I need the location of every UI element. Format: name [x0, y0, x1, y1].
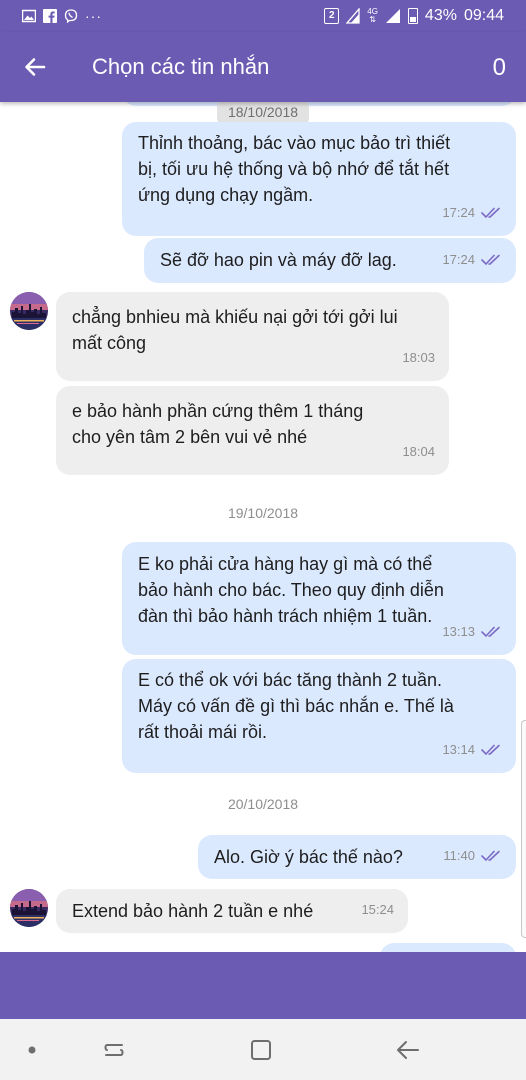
recents-button[interactable] — [100, 1037, 128, 1063]
message-text: Sẽ đỡ hao pin và máy đỡ lag. — [160, 250, 397, 270]
notification-icons: ··· — [22, 6, 102, 26]
back-button[interactable] — [16, 48, 54, 86]
message-bubble-outgoing[interactable]: Sẽ đỡ hao pin và máy đỡ lag. 17:24 — [144, 238, 516, 283]
read-ticks-icon — [481, 626, 500, 637]
system-status: 2 4G ⇅ 43% 09:44 — [324, 4, 504, 28]
back-icon — [397, 1041, 419, 1059]
message-text: chẳng bnhieu mà khiếu nại gởi tới gởi lu… — [72, 307, 398, 353]
top-app-bar: Chọn các tin nhắn 0 — [0, 32, 526, 102]
message-bubble-outgoing[interactable]: Thỉnh thoảng, bác vào mục bảo trì thiết … — [122, 122, 516, 236]
message-time: 18:03 — [402, 350, 435, 365]
message-time: 18:04 — [402, 444, 435, 459]
nav-back-button[interactable] — [394, 1037, 422, 1063]
more-notifications-icon: ··· — [85, 8, 102, 24]
message-bubble-partial[interactable] — [380, 943, 516, 952]
message-meta: 18:03 — [402, 345, 435, 371]
signal-icon — [346, 8, 360, 24]
message-meta: 11:40 — [443, 843, 502, 869]
battery-percent: 43% — [424, 7, 457, 24]
read-ticks-icon — [481, 207, 500, 218]
read-ticks-icon — [481, 744, 500, 755]
city-skyline-avatar — [10, 889, 48, 927]
home-button[interactable] — [247, 1037, 275, 1063]
data-arrows-icon: ⇅ — [369, 15, 376, 24]
message-time: 13:13 — [442, 624, 475, 639]
facebook-icon — [43, 9, 57, 23]
recents-icon — [104, 1044, 124, 1056]
message-meta: 17:24 — [442, 247, 502, 273]
message-text: E ko phải cửa hàng hay gì mà có thể bảo … — [138, 554, 444, 626]
message-time: 13:14 — [442, 742, 475, 757]
fast-scroll-handle[interactable] — [521, 720, 526, 938]
message-time: 17:24 — [442, 205, 475, 220]
home-icon — [251, 1040, 271, 1060]
read-ticks-icon — [481, 850, 500, 861]
arrow-left-icon — [25, 58, 46, 76]
page-title: Chọn các tin nhắn — [92, 54, 270, 79]
message-meta: 13:13 — [442, 619, 502, 645]
message-text: Alo. Giờ ý bác thế nào? — [214, 847, 403, 867]
status-bar: ··· 2 4G ⇅ 43% 09:44 — [0, 0, 526, 32]
message-time: 15:24 — [361, 902, 394, 917]
date-separator: 18/10/2018 — [0, 102, 526, 123]
date-separator: 20/10/2018 — [227, 796, 299, 812]
signal-icon-2 — [385, 9, 400, 23]
dot-icon — [28, 1046, 36, 1054]
image-icon — [22, 9, 36, 23]
selected-count: 0 — [492, 54, 506, 81]
message-bubble-outgoing[interactable]: E ko phải cửa hàng hay gì mà có thể bảo … — [122, 542, 516, 655]
read-ticks-icon — [481, 254, 500, 265]
message-list[interactable]: 18/10/2018 Thỉnh thoảng, bác vào mục bảo… — [0, 102, 526, 952]
message-time: 11:40 — [443, 848, 475, 863]
message-bubble-outgoing[interactable]: Alo. Giờ ý bác thế nào? 11:40 — [198, 835, 516, 879]
nav-dot-button[interactable] — [18, 1037, 46, 1063]
contact-avatar[interactable] — [10, 292, 48, 330]
message-text: e bảo hành phần cứng thêm 1 tháng cho yê… — [72, 401, 364, 447]
message-meta: 13:14 — [442, 737, 502, 763]
system-navigation-bar — [0, 1019, 526, 1080]
message-meta: 15:24 — [361, 897, 394, 923]
message-bubble-incoming[interactable]: e bảo hành phần cứng thêm 1 tháng cho yê… — [56, 386, 449, 475]
message-bubble-outgoing[interactable]: E có thể ok với bác tăng thành 2 tuần. M… — [122, 659, 516, 773]
message-meta: 17:24 — [442, 200, 502, 226]
message-bubble-incoming[interactable]: Extend bảo hành 2 tuần e nhé 15:24 — [56, 889, 408, 933]
date-separator: 19/10/2018 — [227, 505, 299, 521]
viber-icon — [64, 9, 78, 23]
selection-action-bar — [0, 952, 526, 1019]
network-type: 4G ⇅ — [367, 7, 378, 24]
message-text: E có thể ok với bác tăng thành 2 tuần. M… — [138, 670, 454, 742]
message-meta: 18:04 — [402, 439, 435, 465]
clock: 09:44 — [463, 7, 504, 24]
message-bubble-incoming[interactable]: chẳng bnhieu mà khiếu nại gởi tới gởi lu… — [56, 292, 449, 381]
message-text: Thỉnh thoảng, bác vào mục bảo trì thiết … — [138, 133, 451, 205]
city-skyline-avatar — [10, 292, 48, 330]
battery-icon — [407, 8, 418, 24]
message-time: 17:24 — [442, 252, 475, 267]
contact-avatar[interactable] — [10, 889, 48, 927]
sim-slot-badge: 2 — [324, 8, 340, 24]
message-text: Extend bảo hành 2 tuần e nhé — [72, 901, 314, 921]
